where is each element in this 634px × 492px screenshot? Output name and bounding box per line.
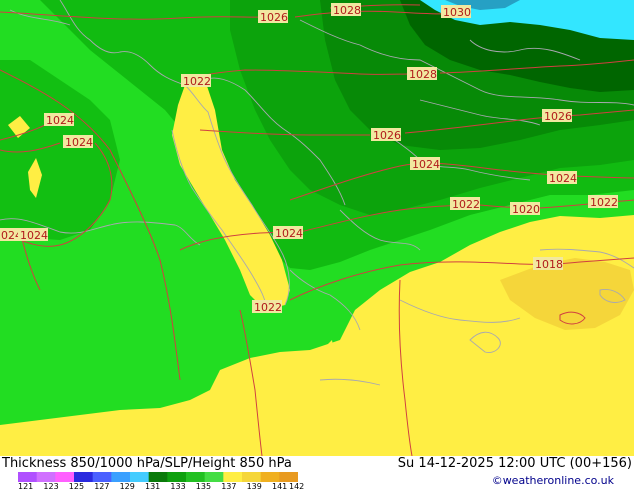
legend-swatch [260,472,280,482]
isobar-label: 1026 [260,11,288,24]
isobar-label: 1028 [333,4,361,17]
isobar-label: 1022 [183,75,211,88]
legend-swatch [167,472,187,482]
legend-color-scale [18,472,298,482]
legend-labels: 121 123 125 127 129 131 133 135 137 139 141 142 [0,482,320,492]
isobar-label: 1028 [409,68,437,81]
legend-swatch [18,472,38,482]
isobar-label: 1018 [535,258,563,271]
isobar-label: 1022 [452,198,480,211]
isobar-label: 1024 [549,172,577,185]
isobar-label: 1024 [275,227,303,240]
isobar-label: 1026 [373,129,401,142]
isobar-label: 1026 [544,110,572,123]
legend-swatch [36,472,56,482]
legend-swatch [74,472,94,482]
map-area: 1026 1028 1030 1022 1028 1024 1024 1026 … [0,0,634,456]
isobar-label: 1020 [512,203,540,216]
legend-swatch [223,472,243,482]
legend-swatch [55,472,75,482]
legend-swatch [204,472,224,482]
bottom-bar: Thickness 850/1000 hPa/SLP/Height 850 hP… [0,456,634,492]
isobar-label: 1022 [254,301,282,314]
isobar-label: 1030 [443,6,471,19]
credit-link[interactable]: ©weatheronline.co.uk [492,474,614,487]
isobar-label: 1024 [46,114,74,127]
legend-swatch [92,472,112,482]
legend-swatch [130,472,150,482]
legend-swatch [148,472,168,482]
legend-swatch [242,472,262,482]
isobar-label: 1022 [590,196,618,209]
isobar-label: 1024 [20,229,48,242]
legend-swatch [186,472,206,482]
isobar-label: 1024 [412,158,440,171]
isobar-label: 1024 [65,136,93,149]
legend-swatch [279,472,298,482]
thickness-map: 1026 1028 1030 1022 1028 1024 1024 1026 … [0,0,634,456]
chart-title: Thickness 850/1000 hPa/SLP/Height 850 hP… [2,456,292,471]
legend-swatch [111,472,131,482]
valid-time: Su 14-12-2025 12:00 UTC (00+156) [397,456,632,471]
